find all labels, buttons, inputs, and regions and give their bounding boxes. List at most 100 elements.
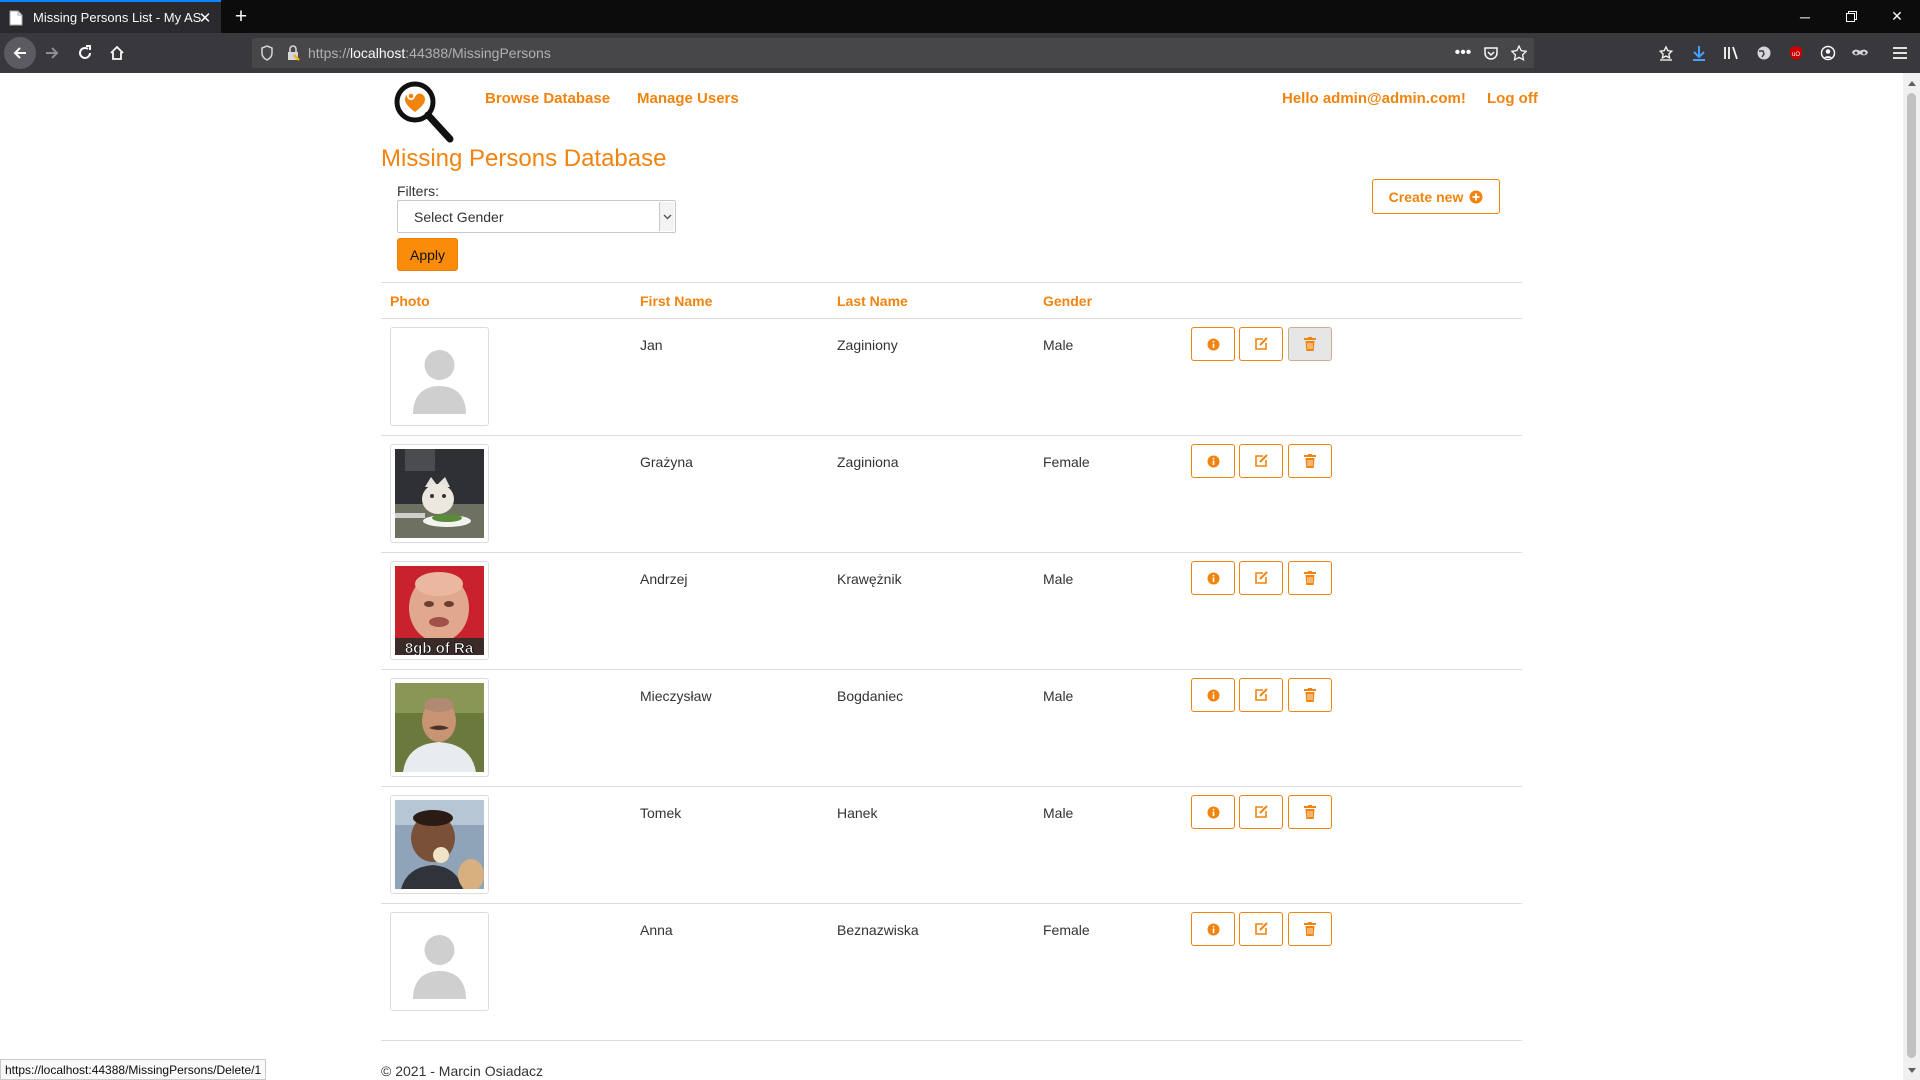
scroll-up-arrow-icon[interactable]: [1903, 75, 1920, 91]
last-name-cell: Bogdaniec: [837, 688, 904, 704]
edit-button[interactable]: [1239, 912, 1283, 946]
trash-icon: [1304, 922, 1316, 936]
bald-man-red-background-photo: 8gb of Ra: [395, 566, 484, 655]
table-bottom-divider: [381, 1040, 1522, 1041]
last-name-cell: Hanek: [837, 805, 878, 821]
details-button[interactable]: [1191, 678, 1235, 712]
page-actions-icon[interactable]: •••: [1454, 44, 1472, 62]
filters-label: Filters:: [397, 183, 439, 199]
gender-cell: Male: [1043, 571, 1074, 587]
nav-manage-users-link[interactable]: Manage Users: [637, 90, 739, 107]
bookmark-star-icon[interactable]: [1510, 44, 1528, 62]
ublock-extension-button[interactable]: uO: [1784, 41, 1808, 65]
first-name-cell: Mieczysław: [640, 688, 712, 704]
info-circle-icon: [1207, 923, 1219, 935]
shield-icon[interactable]: [258, 44, 276, 62]
downloads-button[interactable]: [1687, 41, 1711, 65]
gender-select[interactable]: Select Gender: [397, 200, 676, 233]
person-photo: [390, 327, 489, 426]
info-circle-icon: [1207, 572, 1219, 584]
back-button[interactable]: [4, 37, 36, 69]
minimize-window-button[interactable]: ─: [1782, 0, 1828, 33]
forward-button[interactable]: [40, 41, 64, 65]
create-new-label: Create new: [1388, 188, 1464, 205]
svg-text:uO: uO: [1792, 52, 1800, 58]
trash-icon: [1304, 337, 1316, 351]
account-button[interactable]: [1816, 41, 1840, 65]
private-extension-button[interactable]: [1848, 41, 1872, 65]
column-header-first-name: First Name: [640, 293, 713, 309]
edit-icon: [1255, 571, 1268, 584]
pocket-icon[interactable]: [1482, 44, 1500, 62]
reload-button[interactable]: [73, 41, 97, 65]
url-text[interactable]: https://localhost:44388/MissingPersons: [308, 45, 551, 61]
reading-list-button[interactable]: [1654, 41, 1678, 65]
gender-cell: Female: [1043, 454, 1090, 470]
delete-button[interactable]: [1288, 561, 1332, 595]
details-button[interactable]: [1191, 561, 1235, 595]
ublock-shield-icon: uO: [1790, 46, 1802, 60]
edit-button[interactable]: [1239, 795, 1283, 829]
details-button[interactable]: [1191, 327, 1235, 361]
scroll-down-arrow-icon[interactable]: [1903, 1062, 1920, 1078]
arrow-left-icon: [13, 47, 26, 59]
nav-browse-database-link[interactable]: Browse Database: [485, 90, 610, 107]
browser-tab-strip: Missing Persons List - My ASP.N ✕ + ─ ✕: [0, 0, 1920, 33]
menu-button[interactable]: [1888, 41, 1912, 65]
account-circle-icon: [1820, 45, 1836, 61]
last-name-cell: Zaginiona: [837, 454, 899, 470]
placeholder-avatar-icon: [395, 332, 484, 421]
apply-filter-button[interactable]: Apply: [397, 238, 458, 271]
edit-button[interactable]: [1239, 678, 1283, 712]
placeholder-avatar-icon: [395, 917, 484, 1006]
library-icon: [1724, 46, 1738, 60]
arrow-right-icon: [46, 47, 59, 59]
magnifier-heart-logo-icon[interactable]: [392, 79, 456, 143]
edit-button[interactable]: [1239, 327, 1283, 361]
trash-icon: [1304, 688, 1316, 702]
user-greeting-link[interactable]: Hello admin@admin.com!: [1282, 90, 1466, 107]
home-icon: [110, 45, 124, 60]
gender-cell: Male: [1043, 805, 1074, 821]
cat-at-dinner-photo: [395, 449, 484, 538]
chevron-down-icon[interactable]: [659, 202, 674, 231]
column-header-gender: Gender: [1043, 293, 1093, 309]
delete-button[interactable]: [1288, 678, 1332, 712]
info-circle-icon: [1207, 689, 1219, 701]
home-button[interactable]: [105, 41, 129, 65]
delete-button[interactable]: [1288, 795, 1332, 829]
new-tab-button[interactable]: +: [228, 4, 254, 30]
delete-button[interactable]: [1288, 327, 1332, 361]
edit-button[interactable]: [1239, 561, 1283, 595]
details-button[interactable]: [1191, 912, 1235, 946]
insecure-lock-icon[interactable]: [284, 44, 302, 62]
person-photo: [390, 678, 489, 777]
browser-toolbar: https://localhost:44388/MissingPersons •…: [0, 33, 1920, 73]
create-new-button[interactable]: Create new: [1372, 179, 1500, 214]
library-button[interactable]: [1720, 41, 1744, 65]
delete-button[interactable]: [1288, 444, 1332, 478]
document-icon: [9, 10, 23, 25]
close-window-button[interactable]: ✕: [1874, 0, 1920, 33]
scrollbar-thumb[interactable]: [1907, 93, 1916, 1058]
browser-tab-active[interactable]: Missing Persons List - My ASP.N ✕: [0, 0, 221, 33]
gender-cell: Male: [1043, 688, 1074, 704]
star-list-icon: [1658, 45, 1674, 61]
edit-button[interactable]: [1239, 444, 1283, 478]
extension-globe-button[interactable]: [1752, 41, 1776, 65]
reload-icon: [79, 45, 91, 59]
edit-icon: [1255, 805, 1268, 818]
url-bar[interactable]: https://localhost:44388/MissingPersons •…: [252, 38, 1534, 68]
edit-icon: [1255, 922, 1268, 935]
close-tab-icon[interactable]: ✕: [196, 9, 214, 27]
restore-window-button[interactable]: [1828, 0, 1874, 33]
info-circle-icon: [1207, 806, 1219, 818]
delete-button[interactable]: [1288, 912, 1332, 946]
link-status-bar: https://localhost:44388/MissingPersons/D…: [0, 1059, 267, 1080]
details-button[interactable]: [1191, 795, 1235, 829]
log-off-link[interactable]: Log off: [1487, 90, 1538, 107]
table-row: Tomek Hanek Male: [381, 786, 1522, 903]
person-photo: [390, 444, 489, 543]
page-scrollbar[interactable]: [1903, 73, 1920, 1080]
details-button[interactable]: [1191, 444, 1235, 478]
